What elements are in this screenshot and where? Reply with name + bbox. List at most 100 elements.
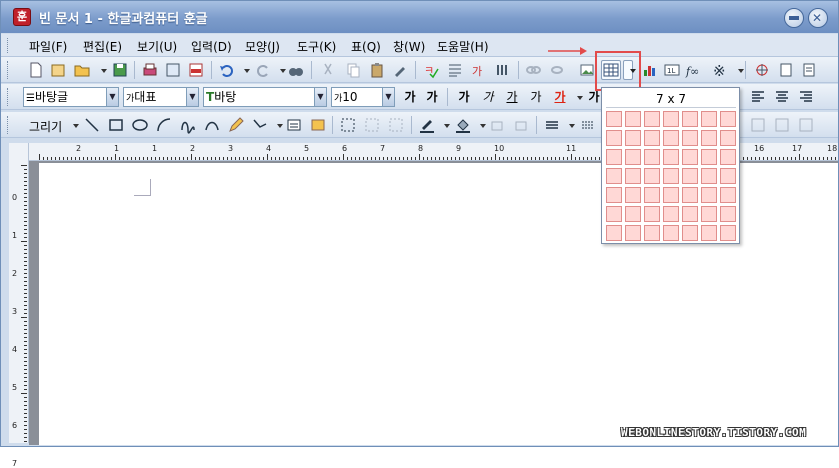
menu-tools[interactable]: 도구(K) [297,38,336,55]
table-grid-cell[interactable] [682,225,698,241]
style-select[interactable]: ☰바탕글 ▼ [23,87,119,107]
menu-edit[interactable]: 편집(E) [83,38,122,55]
table-grid-cell[interactable] [663,130,679,146]
chart-icon[interactable] [641,61,659,79]
table-grid-cell[interactable] [663,225,679,241]
chevron-down-icon[interactable]: ▼ [106,88,118,106]
line-color-dropdown-icon[interactable] [438,116,450,134]
line-icon[interactable] [83,116,101,134]
table-grid-cell[interactable] [720,168,736,184]
table-grid-cell[interactable] [625,149,641,165]
increase-size-icon[interactable]: 가 [401,88,419,105]
table-grid-cell[interactable] [606,130,622,146]
line-style-icon[interactable] [543,116,561,134]
table-grid-cell[interactable] [720,149,736,165]
spellcheck-icon[interactable]: ㅋ [422,61,440,79]
table-grid-cell[interactable] [644,149,660,165]
chevron-down-icon[interactable]: ▼ [314,88,326,106]
line-dash-icon[interactable] [579,116,597,134]
table-grid-cell[interactable] [606,149,622,165]
open-folder-icon[interactable] [73,61,91,79]
table-grid-cell[interactable] [720,111,736,127]
caption-icon[interactable]: 1L [663,61,681,79]
select-object-icon[interactable] [339,116,357,134]
draw-dropdown-icon[interactable] [67,116,79,134]
table-grid-cell[interactable] [663,168,679,184]
table-grid-cell[interactable] [720,225,736,241]
page-setup-icon[interactable] [800,61,818,79]
decrease-size-icon[interactable]: 가 [423,88,441,105]
menu-window[interactable]: 창(W) [393,38,425,55]
bookmark-icon[interactable] [777,61,795,79]
menu-table[interactable]: 표(Q) [351,38,381,55]
redo-dropdown-icon[interactable] [274,61,286,79]
table-grid-cell[interactable] [644,206,660,222]
table-grid-cell[interactable] [720,130,736,146]
table-grid-cell[interactable] [682,149,698,165]
new-document-icon[interactable] [27,61,45,79]
language-select[interactable]: 가대표 ▼ [123,87,199,107]
picture-frame-icon[interactable] [309,116,327,134]
undo-icon[interactable] [218,61,236,79]
column-icon[interactable] [494,61,512,79]
align-center-icon[interactable] [773,88,791,106]
table-grid-cell[interactable] [606,168,622,184]
hwp-app-icon[interactable]: 훈 [13,8,31,26]
textbox-icon[interactable] [285,116,303,134]
menu-file[interactable]: 파일(F) [29,38,67,55]
object-align-left-icon[interactable] [749,116,767,134]
table-grid-cell[interactable] [701,149,717,165]
table-grid-cell[interactable] [682,111,698,127]
polygon-icon[interactable] [203,116,221,134]
table-grid-cell[interactable] [663,187,679,203]
open-dropdown-icon[interactable] [95,61,107,79]
table-grid-cell[interactable] [682,206,698,222]
send-back-icon[interactable] [512,116,530,134]
table-grid-cell[interactable] [682,168,698,184]
table-grid-cell[interactable] [701,206,717,222]
align-left-icon[interactable] [749,88,767,106]
table-grid-cell[interactable] [644,111,660,127]
find-icon[interactable] [287,61,305,79]
table-grid-cell[interactable] [701,187,717,203]
paste-icon[interactable] [368,61,386,79]
symbol-icon[interactable]: ※ [711,61,729,79]
table-grid-cell[interactable] [606,187,622,203]
char-shape-icon[interactable]: 가 [470,61,488,79]
table-grid-cell[interactable] [625,111,641,127]
menu-help[interactable]: 도움말(H) [437,38,489,55]
format-paint-icon[interactable] [392,61,410,79]
table-grid-cell[interactable] [644,168,660,184]
copy-icon[interactable] [344,61,362,79]
table-grid-cell[interactable] [606,206,622,222]
table-grid-cell[interactable] [625,206,641,222]
connector-dropdown-icon[interactable] [271,116,283,134]
align-right-icon[interactable] [797,88,815,106]
table-grid-cell[interactable] [720,187,736,203]
table-grid-cell[interactable] [644,187,660,203]
fill-color-icon[interactable] [454,116,472,134]
pencil-icon[interactable] [227,116,245,134]
bold-button[interactable]: 가 [455,88,473,105]
ellipse-icon[interactable] [131,116,149,134]
chevron-down-icon[interactable]: ▼ [186,88,198,106]
table-grid-cell[interactable] [625,130,641,146]
curve-icon[interactable] [179,116,197,134]
symbol-dropdown-icon[interactable] [732,61,744,79]
hyperlink-icon[interactable] [524,61,542,79]
line-style-dropdown-icon[interactable] [563,116,575,134]
pdf-icon[interactable] [187,61,205,79]
close-button[interactable]: ✕ [808,8,828,28]
font-color-dropdown-icon[interactable] [571,88,583,106]
redo-icon[interactable] [254,61,272,79]
unlink-icon[interactable] [548,61,566,79]
table-grid-cell[interactable] [720,206,736,222]
table-grid-cell[interactable] [606,111,622,127]
undo-dropdown-icon[interactable] [238,61,250,79]
new-window-icon[interactable] [49,61,67,79]
table-grid-cell[interactable] [663,206,679,222]
connector-icon[interactable] [251,116,269,134]
font-color-button[interactable]: 가 [551,88,569,105]
table-grid-cell[interactable] [701,130,717,146]
field-icon[interactable] [753,61,771,79]
